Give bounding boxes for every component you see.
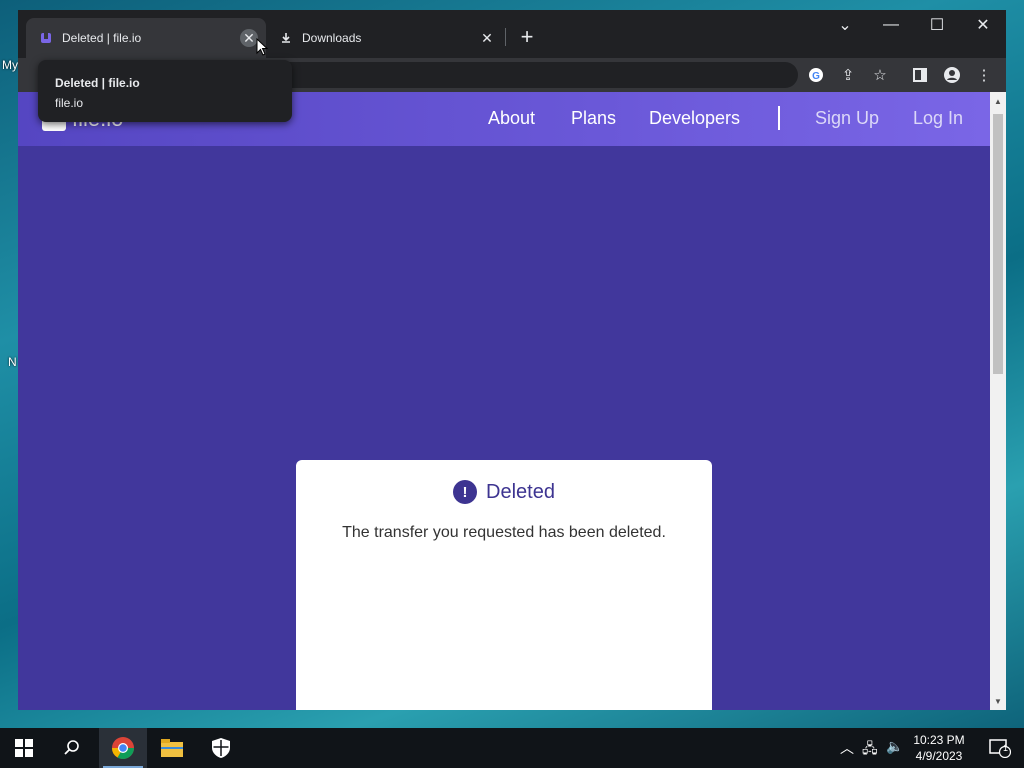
card-header: ! Deleted xyxy=(296,480,712,504)
system-clock[interactable]: 10:23 PM 4/9/2023 xyxy=(904,732,974,764)
tab-title: Downloads xyxy=(302,31,362,45)
show-hidden-icons-chevron-icon[interactable]: ︿ xyxy=(840,738,854,758)
windows-taskbar: ︿ 🖧 🔈 10:23 PM 4/9/2023 1 xyxy=(0,728,1024,768)
nav-about[interactable]: About xyxy=(488,108,535,129)
volume-icon[interactable]: 🔈 xyxy=(886,738,903,755)
bookmark-star-icon[interactable]: ☆ xyxy=(869,64,891,86)
security-shield-icon[interactable] xyxy=(197,728,245,768)
tab-strip: Deleted | file.io ✕ Downloads ✕ + ⌄ — ☐ … xyxy=(18,10,1006,58)
tab-title: Deleted | file.io xyxy=(62,31,142,45)
google-lens-icon[interactable]: G xyxy=(805,64,827,86)
download-icon xyxy=(280,32,292,44)
clock-time: 10:23 PM xyxy=(913,733,965,747)
chrome-taskbar-icon[interactable] xyxy=(99,728,147,768)
tab-search-chevron-icon[interactable]: ⌄ xyxy=(822,10,868,40)
sign-up-link[interactable]: Sign Up xyxy=(815,108,879,129)
menu-kebab-icon[interactable]: ⋮ xyxy=(973,64,995,86)
scroll-up-arrow-icon[interactable]: ▲ xyxy=(990,94,1006,108)
fileio-favicon-icon xyxy=(40,32,52,44)
start-windows-icon[interactable] xyxy=(0,728,48,768)
deleted-card: ! Deleted The transfer you requested has… xyxy=(296,460,712,710)
desktop-icon-label: My xyxy=(2,58,18,72)
web-page: file.io About Plans Developers Sign Up L… xyxy=(18,92,990,710)
maximize-icon[interactable]: ☐ xyxy=(914,10,960,40)
clock-date: 4/9/2023 xyxy=(915,749,963,763)
hover-card-title: Deleted | file.io xyxy=(55,76,140,90)
browser-window: Deleted | file.io ✕ Downloads ✕ + ⌄ — ☐ … xyxy=(18,10,1006,710)
nav-plans[interactable]: Plans xyxy=(571,108,616,129)
close-window-icon[interactable]: ✕ xyxy=(960,10,1006,40)
search-icon[interactable] xyxy=(48,728,96,768)
nav-divider xyxy=(778,106,780,130)
tab-deleted-fileio[interactable]: Deleted | file.io ✕ xyxy=(26,18,266,58)
profile-icon[interactable] xyxy=(941,64,963,86)
tab-hover-card: Deleted | file.io file.io xyxy=(38,60,292,122)
page-scrollbar[interactable]: ▲ ▼ xyxy=(990,92,1006,710)
mouse-cursor-icon xyxy=(256,38,268,56)
network-icon[interactable]: 🖧 xyxy=(862,738,878,762)
nav-developers[interactable]: Developers xyxy=(649,108,740,129)
new-tab-plus-icon[interactable]: + xyxy=(514,24,540,50)
card-title: Deleted xyxy=(486,480,555,503)
desktop-icon-label: N xyxy=(8,355,17,369)
tab-downloads[interactable]: Downloads ✕ xyxy=(266,18,504,58)
notification-count: 1 xyxy=(1003,743,1009,753)
svg-text:G: G xyxy=(812,71,820,82)
tab-close-icon[interactable]: ✕ xyxy=(478,29,496,47)
share-icon[interactable]: ⇪ xyxy=(837,64,859,86)
log-in-link[interactable]: Log In xyxy=(913,108,963,129)
notification-center-icon[interactable]: 1 xyxy=(976,728,1024,768)
tab-divider xyxy=(505,28,506,46)
minimize-icon[interactable]: — xyxy=(868,10,914,40)
exclamation-icon: ! xyxy=(453,480,478,504)
card-message: The transfer you requested has been dele… xyxy=(342,524,666,541)
scroll-thumb[interactable] xyxy=(993,114,1003,374)
file-explorer-icon[interactable] xyxy=(148,728,196,768)
side-panel-icon[interactable] xyxy=(909,64,931,86)
scroll-down-arrow-icon[interactable]: ▼ xyxy=(990,694,1006,708)
hover-card-domain: file.io xyxy=(55,96,84,110)
